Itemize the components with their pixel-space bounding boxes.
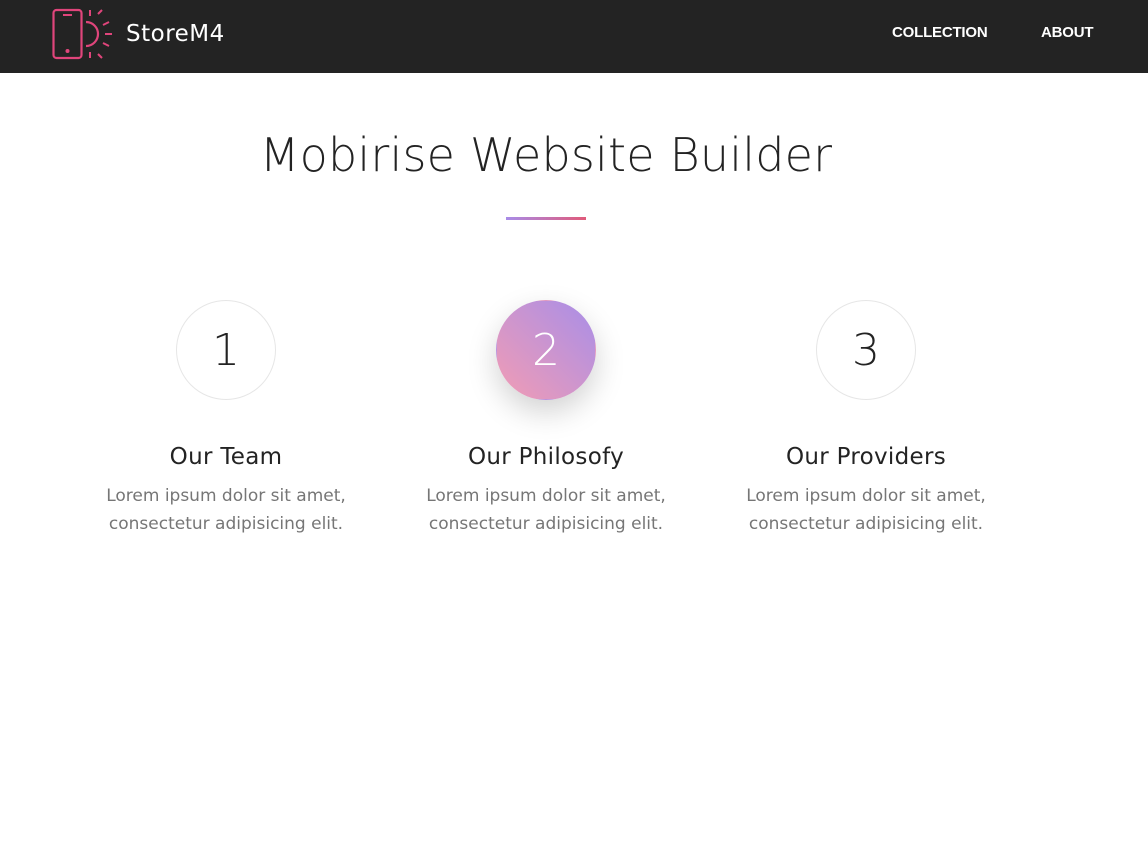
feature-our-providers: 3 Our Providers Lorem ipsum dolor sit am…: [721, 300, 1011, 538]
brand-link[interactable]: StoreM4: [52, 8, 225, 60]
nav-link-collection[interactable]: COLLECTION: [892, 24, 988, 41]
brand-name: StoreM4: [126, 21, 225, 47]
navbar: StoreM4 COLLECTION ABOUT: [0, 0, 1148, 73]
feature-title: Our Providers: [785, 444, 947, 470]
nav-link-about[interactable]: ABOUT: [1041, 24, 1094, 41]
feature-title: Our Team: [169, 444, 283, 470]
feature-text: Lorem ipsum dolor sit amet, consectetur …: [426, 486, 666, 534]
feature-our-team: 1 Our Team Lorem ipsum dolor sit amet, c…: [81, 300, 371, 538]
feature-title: Our Philosofy: [467, 444, 624, 470]
step-number-circle: 1: [176, 300, 276, 400]
feature-text: Lorem ipsum dolor sit amet, consectetur …: [746, 486, 986, 534]
step-number-circle-active: 2: [496, 300, 596, 400]
page-title: Mobirise Website Builder: [259, 128, 833, 182]
feature-our-philosofy: 2 Our Philosofy Lorem ipsum dolor sit am…: [401, 300, 691, 538]
title-underline: [506, 217, 586, 220]
step-number-circle: 3: [816, 300, 916, 400]
feature-text: Lorem ipsum dolor sit amet, consectetur …: [106, 486, 346, 534]
phone-sun-icon: [52, 8, 112, 60]
